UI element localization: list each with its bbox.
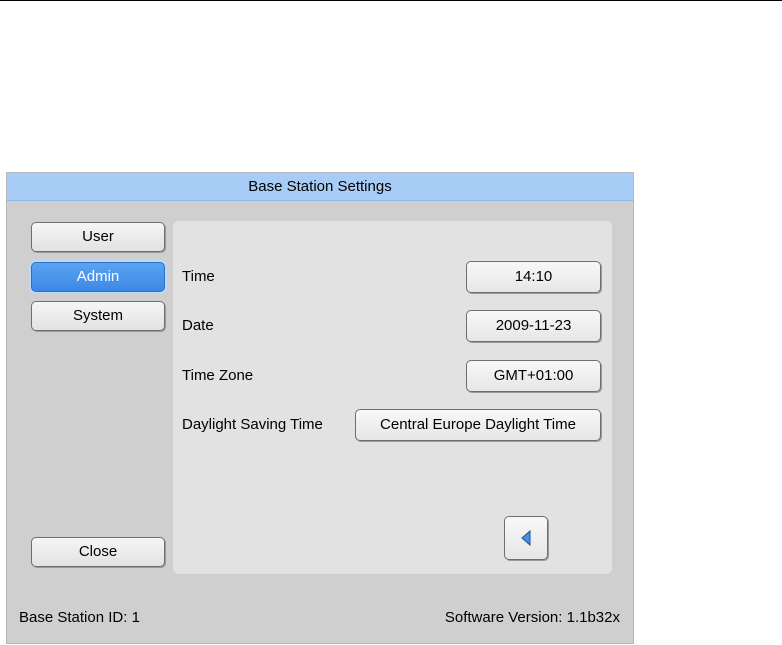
base-station-id: Base Station ID: 1	[19, 608, 140, 628]
nav-user-button[interactable]: User	[31, 222, 165, 252]
base-station-id-label: Base Station ID:	[19, 609, 128, 626]
daylight-saving-label: Daylight Saving Time	[182, 416, 323, 433]
settings-panel: Time 14:10 Date 2009-11-23 Time Zone GMT…	[173, 221, 612, 574]
back-button[interactable]	[504, 516, 548, 560]
time-zone-label: Time Zone	[182, 367, 254, 384]
software-version-label: Software Version:	[444, 609, 563, 626]
date-label: Date	[182, 317, 214, 334]
software-version-value: 1.1b32x	[566, 609, 620, 626]
triangle-left-icon	[521, 530, 531, 546]
nav-system-button[interactable]: System	[31, 301, 165, 331]
time-zone-value-button[interactable]: GMT+01:00	[466, 360, 601, 392]
nav-admin-button[interactable]: Admin	[31, 262, 165, 292]
close-button[interactable]: Close	[31, 537, 165, 567]
time-label: Time	[182, 268, 215, 285]
base-station-settings-window: Base Station Settings User Admin System …	[6, 172, 634, 644]
time-value-button[interactable]: 14:10	[466, 261, 601, 293]
software-version: Software Version: 1.1b32x	[445, 608, 620, 628]
date-value-button[interactable]: 2009-11-23	[466, 310, 601, 342]
base-station-id-value: 1	[131, 609, 140, 626]
daylight-saving-value-button[interactable]: Central Europe Daylight Time	[355, 409, 601, 441]
window-title: Base Station Settings	[7, 173, 633, 201]
top-divider	[0, 0, 782, 1]
